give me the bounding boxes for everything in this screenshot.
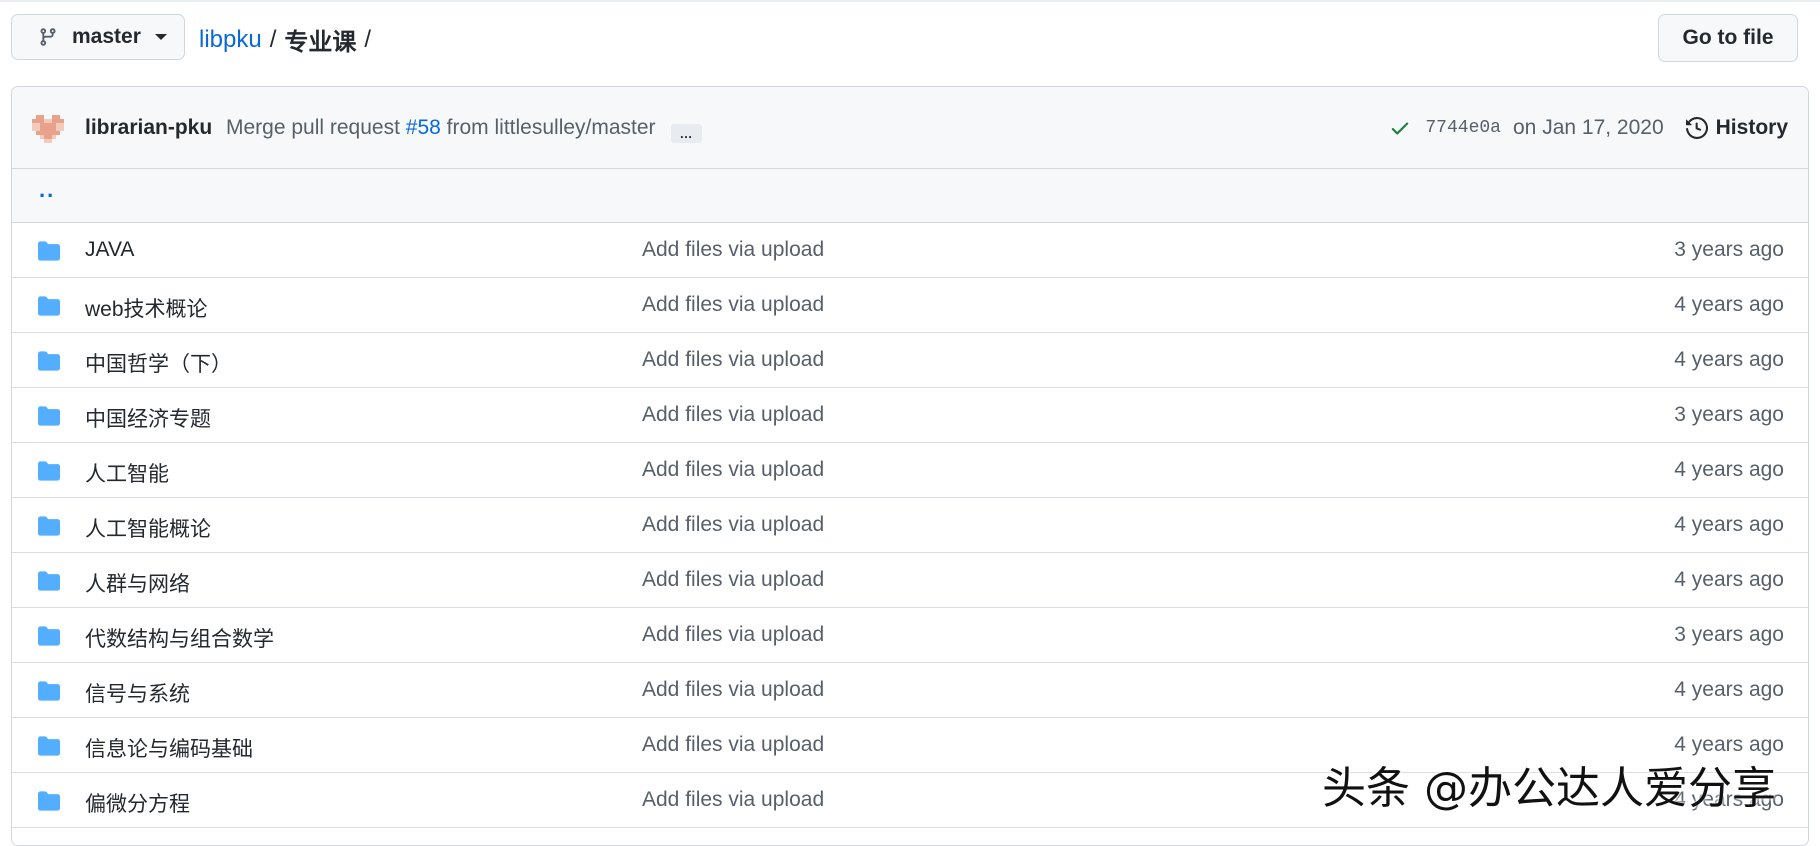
file-age: 3 years ago [1674, 623, 1784, 646]
folder-icon [38, 516, 60, 536]
breadcrumb-separator: / [269, 25, 277, 53]
folder-icon [38, 461, 60, 481]
folder-icon [38, 406, 60, 426]
top-bar: master libpku / 专业课 / Go to file [11, 14, 1798, 62]
folder-icon [38, 571, 60, 591]
file-name-link[interactable]: 代数结构与组合数学 [85, 623, 274, 653]
expand-commit-message-button[interactable]: … [671, 124, 702, 143]
table-row[interactable]: 信号与系统 Add files via upload 4 years ago [12, 663, 1808, 718]
file-commit-message-link[interactable]: Add files via upload [642, 348, 824, 372]
commit-date: on Jan 17, 2020 [1513, 115, 1664, 139]
history-link[interactable]: History [1685, 115, 1788, 140]
table-row[interactable]: 人工智能概论 Add files via upload 4 years ago [12, 498, 1808, 553]
file-commit-message-link[interactable]: Add files via upload [642, 458, 824, 482]
table-row[interactable]: 中国经济专题 Add files via upload 3 years ago [12, 388, 1808, 443]
branch-label: master [72, 25, 141, 48]
file-age: 4 years ago [1674, 678, 1784, 701]
commit-message[interactable]: Merge pull request #58 from littlesulley… [226, 116, 656, 140]
file-rows: JAVA Add files via upload 3 years ago web技术… [12, 223, 1808, 828]
history-label: History [1715, 115, 1788, 139]
file-age: 4 years ago [1674, 348, 1784, 371]
file-name-link[interactable]: web技术概论 [85, 293, 208, 323]
folder-icon [38, 296, 60, 316]
table-row[interactable]: 中国哲学（下） Add files via upload 4 years ago [12, 333, 1808, 388]
folder-icon [38, 626, 60, 646]
file-age: 4 years ago [1674, 293, 1784, 316]
breadcrumb-current-folder: 专业课 [284, 29, 357, 56]
check-icon[interactable] [1389, 117, 1411, 139]
breadcrumb-repo-link[interactable]: libpku [199, 26, 262, 54]
table-row[interactable]: JAVA Add files via upload 3 years ago [12, 223, 1808, 278]
caret-down-icon [154, 34, 167, 40]
file-commit-message-link[interactable]: Add files via upload [642, 788, 824, 812]
folder-icon [38, 791, 60, 811]
file-commit-message-link[interactable]: Add files via upload [642, 678, 824, 702]
history-icon [1685, 116, 1708, 139]
file-name-link[interactable]: 中国经济专题 [85, 403, 211, 433]
folder-icon [38, 241, 60, 261]
file-commit-message-link[interactable]: Add files via upload [642, 568, 824, 592]
file-commit-message-link[interactable]: Add files via upload [642, 403, 824, 427]
file-name-link[interactable]: 人工智能 [85, 458, 169, 488]
file-name-link[interactable]: 偏微分方程 [85, 788, 190, 818]
file-age: 4 years ago [1674, 568, 1784, 591]
table-row[interactable]: 代数结构与组合数学 Add files via upload 3 years ago [12, 608, 1808, 663]
file-name-link[interactable]: 人工智能概论 [85, 513, 211, 543]
avatar[interactable] [32, 111, 64, 143]
file-age: 3 years ago [1674, 403, 1784, 426]
table-row[interactable]: web技术概论 Add files via upload 4 years ago [12, 278, 1808, 333]
commit-author-link[interactable]: librarian-pku [85, 116, 212, 140]
top-divider [0, 0, 1820, 2]
breadcrumb-separator: / [364, 25, 372, 53]
file-age: 4 years ago [1674, 458, 1784, 481]
commit-message-suffix: from littlesulley/master [446, 116, 656, 139]
parent-directory-link[interactable]: .. [39, 177, 55, 203]
file-commit-message-link[interactable]: Add files via upload [642, 733, 824, 757]
file-name-link[interactable]: 人群与网络 [85, 568, 190, 598]
file-name-link[interactable]: 中国哲学（下） [85, 348, 232, 378]
file-list: librarian-pku Merge pull request #58 fro… [11, 86, 1809, 846]
breadcrumb: libpku / 专业课 / [199, 22, 379, 57]
table-row[interactable]: 人工智能 Add files via upload 4 years ago [12, 443, 1808, 498]
commit-message-prefix: Merge pull request [226, 116, 400, 139]
folder-icon [38, 681, 60, 701]
watermark: 头条 @办公达人爱分享 [1322, 763, 1776, 814]
file-name-link[interactable]: 信息论与编码基础 [85, 733, 253, 763]
parent-directory-row: .. [12, 169, 1808, 223]
pull-request-link[interactable]: #58 [406, 116, 441, 139]
git-branch-icon [40, 28, 56, 46]
branch-select-button[interactable]: master [11, 14, 185, 60]
folder-icon [38, 736, 60, 756]
file-name-link[interactable]: JAVA [85, 238, 134, 262]
go-to-file-button[interactable]: Go to file [1658, 14, 1798, 62]
file-name-link[interactable]: 信号与系统 [85, 678, 190, 708]
file-commit-message-link[interactable]: Add files via upload [642, 623, 824, 647]
file-commit-message-link[interactable]: Add files via upload [642, 238, 824, 262]
table-row[interactable]: 人群与网络 Add files via upload 4 years ago [12, 553, 1808, 608]
file-age: 4 years ago [1674, 513, 1784, 536]
commit-meta: 7744e0a on Jan 17, 2020 History [1389, 87, 1808, 168]
file-age: 3 years ago [1674, 238, 1784, 261]
file-commit-message-link[interactable]: Add files via upload [642, 513, 824, 537]
folder-icon [38, 351, 60, 371]
latest-commit-bar: librarian-pku Merge pull request #58 fro… [12, 87, 1808, 169]
commit-sha-link[interactable]: 7744e0a [1425, 118, 1501, 138]
file-commit-message-link[interactable]: Add files via upload [642, 293, 824, 317]
